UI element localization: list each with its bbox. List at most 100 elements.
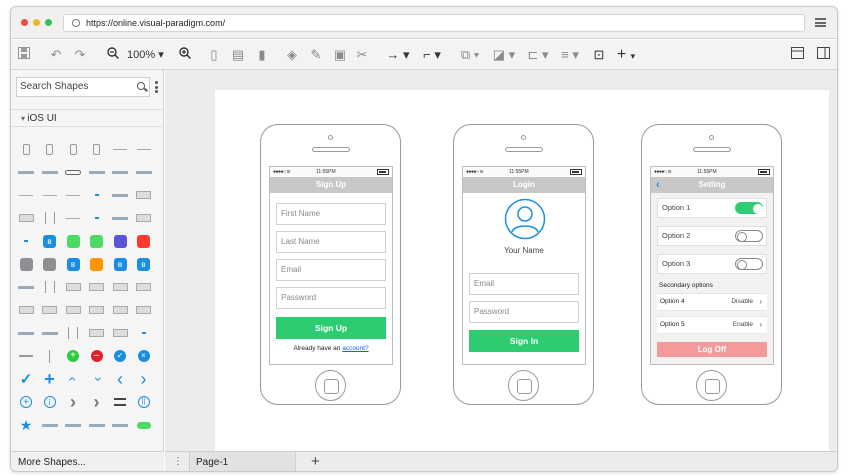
bluetooth-icon[interactable]: ʙ <box>135 255 153 273</box>
option-row[interactable]: Option 1 <box>657 198 767 218</box>
fit-icon[interactable]: ⊡ <box>591 46 607 64</box>
align-icon[interactable]: ⊏ ▾ <box>525 46 551 64</box>
add-circle-icon[interactable]: + <box>64 347 82 365</box>
dot-shape[interactable] <box>88 186 106 204</box>
box-shape[interactable] <box>17 209 35 227</box>
dash-shape[interactable] <box>17 186 35 204</box>
box-shape[interactable] <box>41 301 59 319</box>
info-icon[interactable]: i <box>41 393 59 411</box>
toggle-switch-off[interactable] <box>735 230 763 242</box>
format-painter-icon[interactable]: ✂ <box>353 46 371 64</box>
menu-icon[interactable] <box>111 393 129 411</box>
phone-login[interactable]: ●●●●○ ≋ 11:55PM Login Your Name Email Pa… <box>453 124 594 405</box>
copy-icon[interactable]: ▯ <box>207 46 221 64</box>
check-circle-icon[interactable]: ✓ <box>111 347 129 365</box>
lines-shape[interactable] <box>41 278 59 296</box>
close-circle-icon[interactable]: × <box>135 347 153 365</box>
bar-shape[interactable] <box>64 416 82 434</box>
bar-shape[interactable] <box>111 416 129 434</box>
bar-shape[interactable] <box>135 163 153 181</box>
box-shape[interactable] <box>111 324 129 342</box>
box-shape[interactable] <box>111 278 129 296</box>
save-icon[interactable] <box>17 46 31 64</box>
line-color-icon[interactable]: ✎ <box>307 46 325 64</box>
app-icon[interactable] <box>64 232 82 250</box>
camera-icon[interactable] <box>135 232 153 250</box>
bar-shape[interactable] <box>41 416 59 434</box>
pill-shape[interactable] <box>64 163 82 181</box>
dot-shape[interactable] <box>135 324 153 342</box>
fill-color-icon[interactable]: ◈ <box>283 46 301 64</box>
page-menu-icon[interactable]: ⋮ <box>173 456 183 467</box>
zoom-out-icon[interactable] <box>105 46 121 64</box>
chevron-down-icon[interactable]: ‹ <box>88 370 106 388</box>
phone-shape[interactable] <box>64 140 82 158</box>
minus-icon[interactable] <box>17 347 35 365</box>
bluetooth-icon[interactable]: ʙ <box>64 255 82 273</box>
back-chevron-icon[interactable]: ‹ <box>656 177 660 193</box>
log-off-button[interactable]: Log Off <box>657 342 767 357</box>
zoom-level[interactable]: 100% ▾ <box>127 46 164 64</box>
dash-shape[interactable] <box>135 140 153 158</box>
box-shape[interactable] <box>135 209 153 227</box>
bluetooth-icon[interactable]: ʙ <box>111 255 129 273</box>
secondary-option-row[interactable]: Option 5 Enable › <box>657 316 767 334</box>
phone-shape[interactable] <box>88 140 106 158</box>
shadow-icon[interactable]: ▣ <box>331 46 349 64</box>
lines-shape[interactable] <box>64 324 82 342</box>
account-link[interactable]: account? <box>342 345 368 352</box>
chevron-right-icon[interactable]: › <box>135 369 153 389</box>
address-bar[interactable]: https://online.visual-paradigm.com/ <box>63 14 805 32</box>
chevron-gray-icon[interactable]: › <box>64 392 82 412</box>
lines-shape[interactable] <box>41 209 59 227</box>
more-shapes-button[interactable]: More Shapes... <box>11 451 164 471</box>
bar-shape[interactable] <box>17 278 35 296</box>
phone-setting[interactable]: ●●●●○ ≋ 11:55PM ‹ Setting Option 1 Optio… <box>641 124 782 405</box>
dash-shape[interactable] <box>111 140 129 158</box>
panel-toggle-icon[interactable] <box>789 46 805 64</box>
search-shapes-input[interactable]: Search Shapes <box>16 77 150 97</box>
toggle-switch-on[interactable] <box>735 202 763 214</box>
secondary-option-row[interactable]: Option 4 Disable › <box>657 293 767 311</box>
app-icon[interactable] <box>88 232 106 250</box>
diagram-canvas[interactable]: ●●●●○ ≋ 11:55PM Sign Up First Name Last … <box>165 70 837 451</box>
dot-shape[interactable] <box>88 209 106 227</box>
dash-shape[interactable] <box>64 186 82 204</box>
bar-shape[interactable] <box>88 416 106 434</box>
chevron-left-icon[interactable]: ‹ <box>111 369 129 389</box>
divider-icon[interactable] <box>41 347 59 365</box>
toggle-switch-off[interactable] <box>735 258 763 270</box>
dot-shape[interactable] <box>17 232 35 250</box>
password-field[interactable]: Password <box>276 287 386 309</box>
delete-icon[interactable]: ▮ <box>255 46 269 64</box>
box-shape[interactable] <box>64 301 82 319</box>
check-icon[interactable]: ✓ <box>17 370 35 388</box>
zoom-in-icon[interactable] <box>177 46 193 64</box>
bar-shape[interactable] <box>17 163 35 181</box>
add-page-icon[interactable]: + <box>311 453 320 470</box>
redo-icon[interactable]: ↷ <box>73 46 87 64</box>
bar-shape[interactable] <box>111 186 129 204</box>
box-shape[interactable] <box>88 301 106 319</box>
phone-shape[interactable] <box>17 140 35 158</box>
box-shape[interactable] <box>88 324 106 342</box>
box-shape[interactable] <box>88 278 106 296</box>
tab-page-1[interactable]: Page-1 <box>189 452 296 471</box>
bar-shape[interactable] <box>88 163 106 181</box>
option-row[interactable]: Option 2 <box>657 226 767 246</box>
layout-toggle-icon[interactable] <box>811 46 835 64</box>
category-ios-ui[interactable]: iOS UI <box>11 109 164 127</box>
box-shape[interactable] <box>17 301 35 319</box>
paste-icon[interactable]: ▤ <box>231 46 245 64</box>
moon-icon[interactable] <box>111 232 129 250</box>
plus-icon[interactable]: + <box>41 369 59 389</box>
bar-shape[interactable] <box>41 324 59 342</box>
option-row[interactable]: Option 3 <box>657 254 767 274</box>
add-icon[interactable]: + ▾ <box>613 46 639 64</box>
chevron-gray-icon[interactable]: › <box>88 392 106 412</box>
pause-icon[interactable]: || <box>135 393 153 411</box>
diagram-page[interactable]: ●●●●○ ≋ 11:55PM Sign Up First Name Last … <box>215 90 829 451</box>
star-icon[interactable]: ★ <box>17 416 35 434</box>
settings-icon[interactable] <box>41 255 59 273</box>
group-icon[interactable]: ◪ ▾ <box>491 46 517 64</box>
